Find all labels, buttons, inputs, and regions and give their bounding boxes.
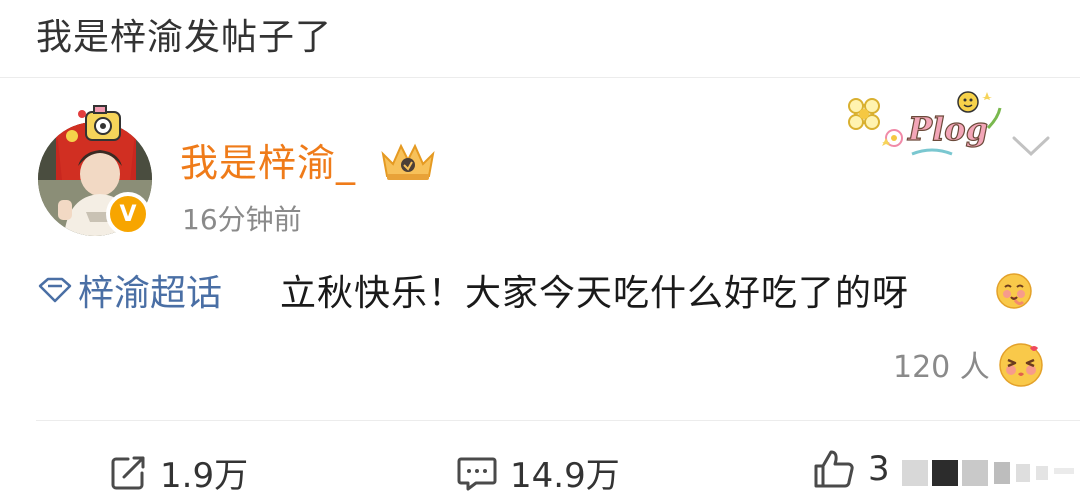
chevron-down-icon[interactable]: [1008, 130, 1054, 160]
plog-sticker-text: Plog: [907, 110, 988, 148]
yummy-emoji-icon: [996, 273, 1032, 309]
repost-count: 1.9万: [160, 456, 249, 496]
plog-flower-sticker-icon: Plog: [848, 91, 1002, 156]
thumbs-up-icon: [814, 450, 854, 488]
like-button[interactable]: 3: [812, 448, 890, 490]
vip-crown-icon[interactable]: [377, 138, 439, 182]
diamond-icon: [38, 277, 72, 303]
weibo-post: V 我是梓渝_ 16分钟前 Plog 梓渝超话 立秋快乐！大家今天吃什么好吃了的…: [0, 78, 1080, 500]
comment-button[interactable]: 14.9万: [456, 448, 620, 497]
comment-count: 14.9万: [510, 456, 620, 496]
comment-icon: [457, 457, 497, 490]
username[interactable]: 我是梓渝_: [180, 132, 356, 187]
super-topic-link[interactable]: 梓渝超话: [36, 264, 222, 316]
kiss-emoji-icon[interactable]: [998, 342, 1044, 388]
divider: [36, 420, 1080, 421]
reaction-count[interactable]: 120 人: [893, 342, 990, 386]
watermark-overlay: [898, 458, 1080, 488]
page-title: 我是梓渝发帖子了: [36, 17, 333, 58]
post-content: 立秋快乐！大家今天吃什么好吃了的呀: [280, 273, 910, 314]
repost-icon: [111, 456, 145, 489]
camera-sticker-icon: [78, 105, 121, 141]
topic-label: 梓渝超话: [78, 273, 223, 314]
post-header: 我是梓渝发帖子了: [0, 0, 1080, 66]
post-time: 16分钟前: [182, 203, 302, 236]
verified-badge: V: [106, 192, 150, 236]
like-count: 3: [868, 449, 890, 489]
repost-button[interactable]: 1.9万: [108, 448, 248, 497]
